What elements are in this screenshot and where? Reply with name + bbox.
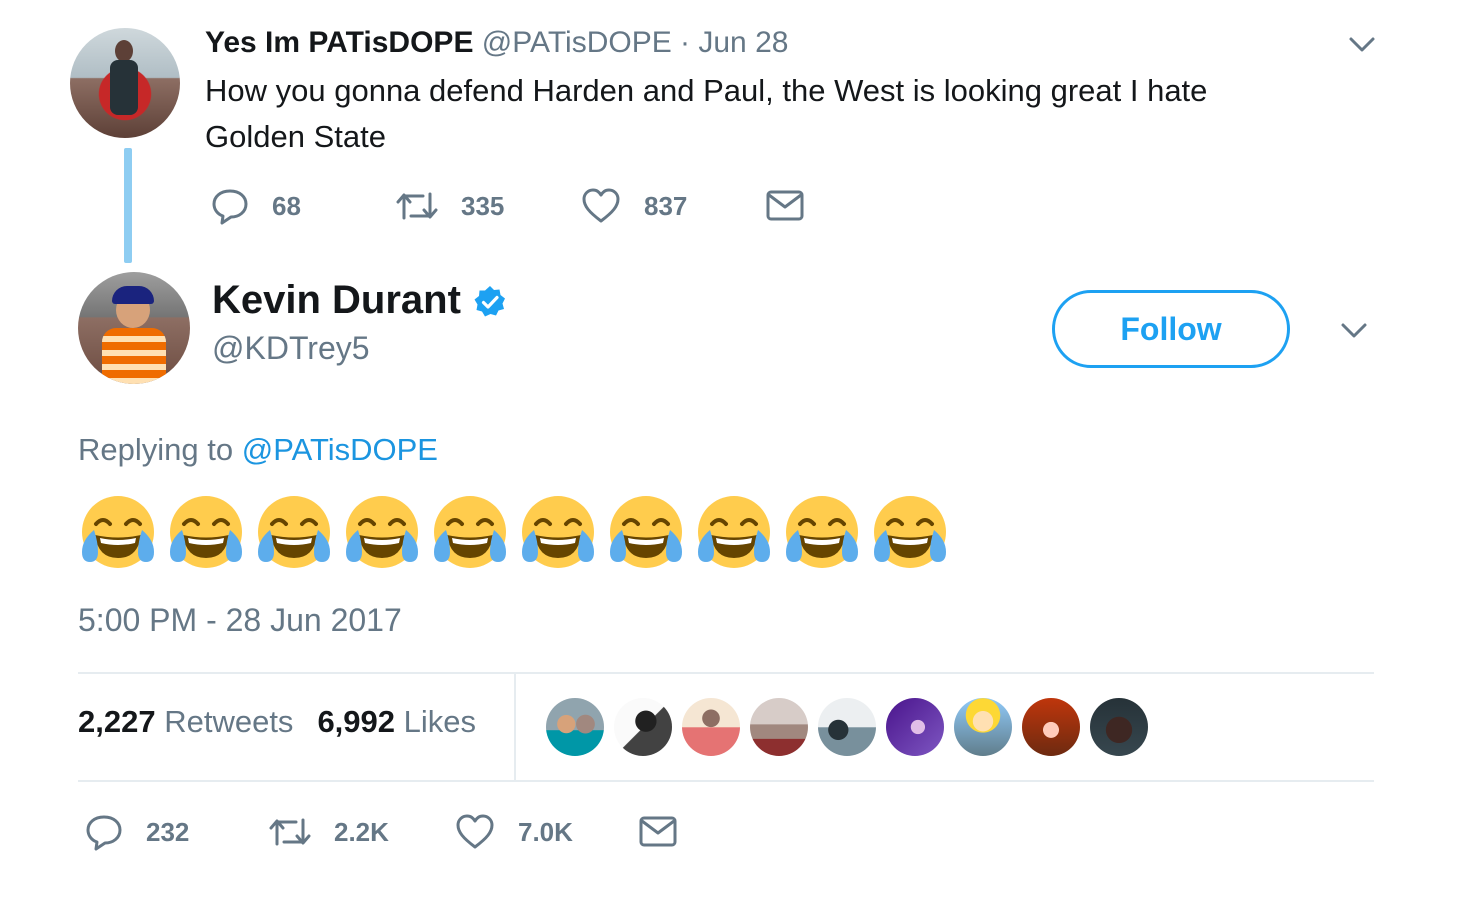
like-count: 7.0K <box>518 816 573 847</box>
likes-stat[interactable]: 6,992 Likes <box>317 704 476 740</box>
reply-count: 68 <box>272 190 301 221</box>
laughing-crying-emoji-icon <box>430 492 510 572</box>
liker-avatar[interactable] <box>614 698 672 756</box>
follow-button[interactable]: Follow <box>1052 290 1290 368</box>
retweets-label: Retweets <box>164 704 294 739</box>
laughing-crying-emoji-icon <box>606 492 686 572</box>
avatar-figure <box>115 40 133 62</box>
message-action[interactable] <box>638 815 678 849</box>
laughing-crying-emoji-icon <box>870 492 950 572</box>
tweet-stats: 2,227 Retweets 6,992 Likes <box>78 704 476 740</box>
chevron-down-icon[interactable] <box>1348 34 1376 54</box>
liker-avatar[interactable] <box>954 698 1012 756</box>
tweet-text-emojis <box>78 492 950 572</box>
divider <box>78 780 1374 782</box>
verified-badge-icon <box>473 284 507 318</box>
liker-avatar[interactable] <box>1090 698 1148 756</box>
divider <box>78 672 1374 674</box>
laughing-crying-emoji-icon <box>166 492 246 572</box>
liker-avatar[interactable] <box>682 698 740 756</box>
mail-icon <box>765 189 805 223</box>
replying-to-handle-link[interactable]: @PATisDOPE <box>242 432 438 467</box>
avatar-figure-body <box>110 60 138 115</box>
laughing-crying-emoji-icon <box>254 492 334 572</box>
avatar-shirt <box>102 328 166 384</box>
like-action[interactable]: 7.0K <box>454 812 638 852</box>
reply-action[interactable]: 232 <box>84 812 268 852</box>
parent-author-handle-date[interactable]: @PATisDOPE · Jun 28 <box>482 26 789 59</box>
liker-avatars <box>546 698 1148 756</box>
parent-tweet-header: Yes Im PATisDOPE @PATisDOPE · Jun 28 <box>205 26 788 60</box>
retweet-count: 335 <box>461 190 505 221</box>
replying-to: Replying to @PATisDOPE <box>78 432 438 468</box>
laughing-crying-emoji-icon <box>78 492 158 572</box>
parent-author-name[interactable]: Yes Im PATisDOPE <box>205 26 473 59</box>
retweet-count: 2.2K <box>334 816 389 847</box>
author-name[interactable]: Kevin Durant <box>212 278 461 323</box>
chevron-down-icon[interactable] <box>1340 320 1368 340</box>
laughing-crying-emoji-icon <box>782 492 862 572</box>
tweet-actions: 232 2.2K 7.0K <box>84 812 678 852</box>
laughing-crying-emoji-icon <box>694 492 774 572</box>
liker-avatar[interactable] <box>886 698 944 756</box>
retweet-action[interactable]: 335 <box>395 186 580 226</box>
liker-avatar[interactable] <box>750 698 808 756</box>
avatar-kevin-durant[interactable] <box>78 272 190 384</box>
author-handle[interactable]: @KDTrey5 <box>212 330 370 367</box>
avatar-patisdope[interactable] <box>70 28 180 138</box>
retweet-action[interactable]: 2.2K <box>268 812 454 852</box>
message-action[interactable] <box>765 189 805 223</box>
avatar-cap <box>112 286 154 304</box>
stats-divider <box>514 674 516 780</box>
likes-value: 6,992 <box>317 704 396 739</box>
heart-icon <box>580 186 622 226</box>
parent-tweet-actions: 68 335 837 <box>210 186 805 226</box>
author-name-row: Kevin Durant <box>212 278 507 323</box>
retweets-stat[interactable]: 2,227 Retweets <box>78 704 293 740</box>
like-action[interactable]: 837 <box>580 186 765 226</box>
mail-icon <box>638 815 678 849</box>
reply-icon <box>84 812 124 852</box>
tweet-timestamp[interactable]: 5:00 PM - 28 Jun 2017 <box>78 602 402 639</box>
parent-tweet-text-line: How you gonna defend Harden and Paul, th… <box>205 73 1208 108</box>
reply-icon <box>210 186 250 226</box>
retweet-icon <box>268 812 312 852</box>
parent-tweet-text-line: Golden State <box>205 119 386 154</box>
reply-action[interactable]: 68 <box>210 186 395 226</box>
retweets-value: 2,227 <box>78 704 156 739</box>
liker-avatar[interactable] <box>818 698 876 756</box>
laughing-crying-emoji-icon <box>342 492 422 572</box>
likes-label: Likes <box>403 704 477 739</box>
reply-count: 232 <box>146 816 190 847</box>
replying-to-label: Replying to <box>78 432 234 467</box>
laughing-crying-emoji-icon <box>518 492 598 572</box>
parent-tweet-text: How you gonna defend Harden and Paul, th… <box>205 68 1305 160</box>
retweet-icon <box>395 186 439 226</box>
liker-avatar[interactable] <box>1022 698 1080 756</box>
thread-connector-line <box>124 148 132 263</box>
liker-avatar[interactable] <box>546 698 604 756</box>
like-count: 837 <box>644 190 688 221</box>
heart-icon <box>454 812 496 852</box>
